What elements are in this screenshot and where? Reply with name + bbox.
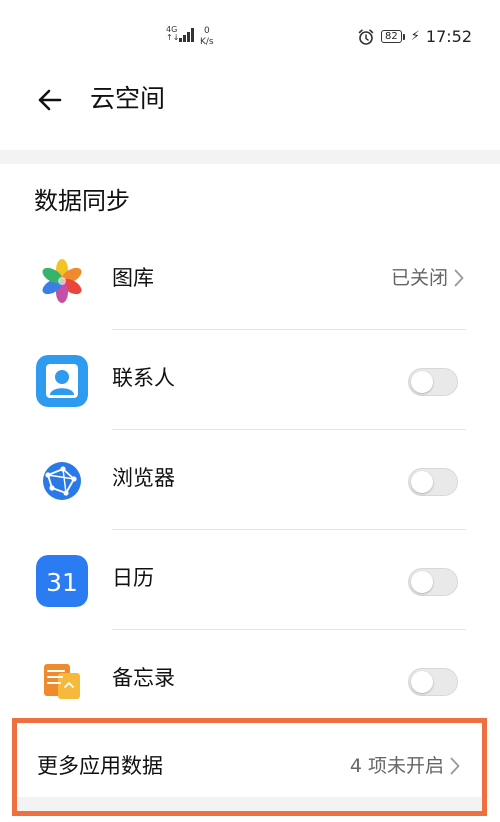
lightning-icon: ⚡ xyxy=(410,29,420,44)
network-type: 4G ↑↓ xyxy=(166,25,180,42)
more-app-data-status: 4 项未开启 xyxy=(350,751,460,781)
sync-item-calendar: 31 日历 xyxy=(0,530,500,630)
sync-item-label: 浏览器 xyxy=(112,466,175,490)
signal-bars-icon xyxy=(179,28,194,42)
alarm-clock-icon xyxy=(358,28,374,45)
calendar-app-icon: 31 xyxy=(36,555,88,607)
arrow-left-icon xyxy=(38,89,62,111)
calendar-sync-toggle[interactable] xyxy=(408,568,458,596)
more-app-data-item[interactable]: 更多应用数据 4 项未开启 xyxy=(12,718,487,816)
sync-item-contacts: 联系人 xyxy=(0,330,500,430)
sync-item-label: 联系人 xyxy=(112,366,175,390)
network-speed: 0 K/s xyxy=(200,26,214,47)
toggle-knob xyxy=(411,371,433,393)
app-header: 云空间 xyxy=(0,72,500,128)
sync-item-notes: 备忘录 xyxy=(0,630,500,730)
battery-level: 82 xyxy=(381,30,402,43)
contacts-sync-toggle[interactable] xyxy=(408,368,458,396)
toggle-knob xyxy=(411,571,433,593)
status-bar: 4G ↑↓ 0 K/s 82 ⚡ 17:52 xyxy=(0,0,500,70)
status-right-group: 82 ⚡ 17:52 xyxy=(357,27,472,46)
sync-item-gallery[interactable]: 图库 已关闭 xyxy=(0,230,500,330)
notes-app-icon xyxy=(36,655,88,707)
svg-text:31: 31 xyxy=(46,568,78,597)
toggle-knob xyxy=(411,471,433,493)
browser-app-icon xyxy=(36,455,88,507)
photos-app-icon xyxy=(36,255,88,307)
battery-tip xyxy=(402,33,405,40)
battery-indicator: 82 xyxy=(381,30,405,43)
chevron-right-icon xyxy=(454,269,464,287)
section-separator xyxy=(0,150,500,164)
section-title: 数据同步 xyxy=(34,187,130,215)
sync-item-label: 日历 xyxy=(112,566,154,590)
sync-item-label: 备忘录 xyxy=(112,666,175,690)
browser-sync-toggle[interactable] xyxy=(408,468,458,496)
contacts-app-icon xyxy=(36,355,88,407)
toggle-knob xyxy=(411,671,433,693)
notes-sync-toggle[interactable] xyxy=(408,668,458,696)
sync-item-label: 图库 xyxy=(112,266,154,290)
section-separator xyxy=(17,797,482,811)
sync-item-browser: 浏览器 xyxy=(0,430,500,530)
signal-indicator: 4G ↑↓ xyxy=(166,26,194,42)
chevron-right-icon xyxy=(450,757,460,775)
back-button[interactable] xyxy=(34,84,66,116)
clock-time: 17:52 xyxy=(425,27,472,46)
gallery-status: 已关闭 xyxy=(391,263,464,293)
more-app-data-label: 更多应用数据 xyxy=(37,754,163,778)
page-title: 云空间 xyxy=(90,84,166,113)
